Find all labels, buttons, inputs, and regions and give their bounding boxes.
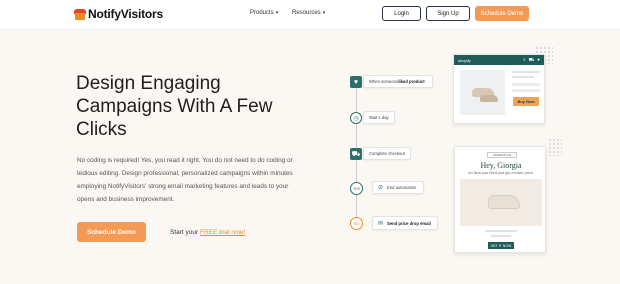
email-greeting: Hey, Giorgia: [480, 161, 522, 170]
clock-icon: ◷: [350, 112, 362, 124]
logo[interactable]: NotifyVisitors: [74, 7, 163, 21]
header-schedule-demo-button[interactable]: Schedule Demo: [475, 6, 529, 21]
email-preview: SHOESTYLE Hey, Giorgia An item you liked…: [454, 146, 546, 253]
signup-button[interactable]: Sign Up: [426, 6, 470, 21]
check-icon: ⊘: [378, 185, 384, 191]
user-icon: ●: [537, 57, 540, 62]
product-image: [460, 70, 505, 115]
free-trial-link[interactable]: FREE trial now!: [200, 229, 245, 236]
no-badge: NO: [350, 217, 363, 230]
shop-preview: shopify ⌕ ⛟ ● Buy Now: [453, 54, 545, 124]
logo-icon: [74, 9, 86, 20]
buy-now-button[interactable]: Buy Now: [513, 97, 539, 106]
chevron-down-icon: ▾: [322, 10, 326, 16]
nav-resources[interactable]: Resources ▾: [292, 10, 325, 16]
like-icon: ♥: [350, 76, 362, 88]
hero-title: Design Engaging Campaigns With A Few Cli…: [76, 73, 273, 140]
workflow-step-end: ⊘ End automation: [372, 181, 424, 194]
shop-brand: shopify: [458, 57, 471, 63]
step5-label: Send price drop email: [387, 220, 431, 226]
step4-label: End automation: [387, 185, 417, 190]
workflow-step-checkout: Complete checkout: [363, 147, 411, 160]
workflow-step-liked-product: When someone liked product: [363, 75, 433, 88]
nav-resources-label: Resources: [292, 10, 321, 16]
search-icon: ⌕: [523, 57, 526, 62]
chevron-down-icon: ▾: [275, 10, 279, 16]
workflow-step-price-drop: ✉ Send price drop email: [372, 216, 438, 230]
hero-description: No coding is required! Yes, you read it …: [77, 157, 293, 203]
step1-prefix: When someone: [369, 79, 399, 84]
nav-products-label: Products: [250, 10, 274, 16]
mail-icon: ✉: [378, 220, 384, 227]
nav-products[interactable]: Products ▾: [250, 10, 278, 16]
trial-text: Start your FREE trial now!: [170, 229, 245, 236]
hero-schedule-demo-button[interactable]: Schedule Demo: [77, 222, 146, 242]
shop-nav-bar: shopify ⌕ ⛟ ●: [454, 55, 544, 65]
yes-badge: YES: [350, 182, 363, 195]
email-logo: SHOESTYLE: [487, 152, 517, 158]
cart-icon: ⛟: [350, 148, 362, 160]
get-it-now-button[interactable]: GET IT NOW: [488, 242, 514, 249]
site-header: NotifyVisitors Products ▾ Resources ▾ Lo…: [0, 0, 620, 30]
logo-text: NotifyVisitors: [88, 7, 163, 21]
trial-prefix: Start your: [170, 229, 200, 236]
email-subtext: An item you liked just got a lower price…: [468, 171, 534, 175]
login-button[interactable]: Login: [382, 6, 421, 21]
cart-icon: ⛟: [528, 57, 535, 62]
decorative-dots: [548, 138, 562, 156]
email-product-image: [460, 179, 542, 226]
step1-highlight: liked product: [398, 79, 425, 84]
workflow-step-wait: Wait 1 day: [363, 111, 395, 124]
